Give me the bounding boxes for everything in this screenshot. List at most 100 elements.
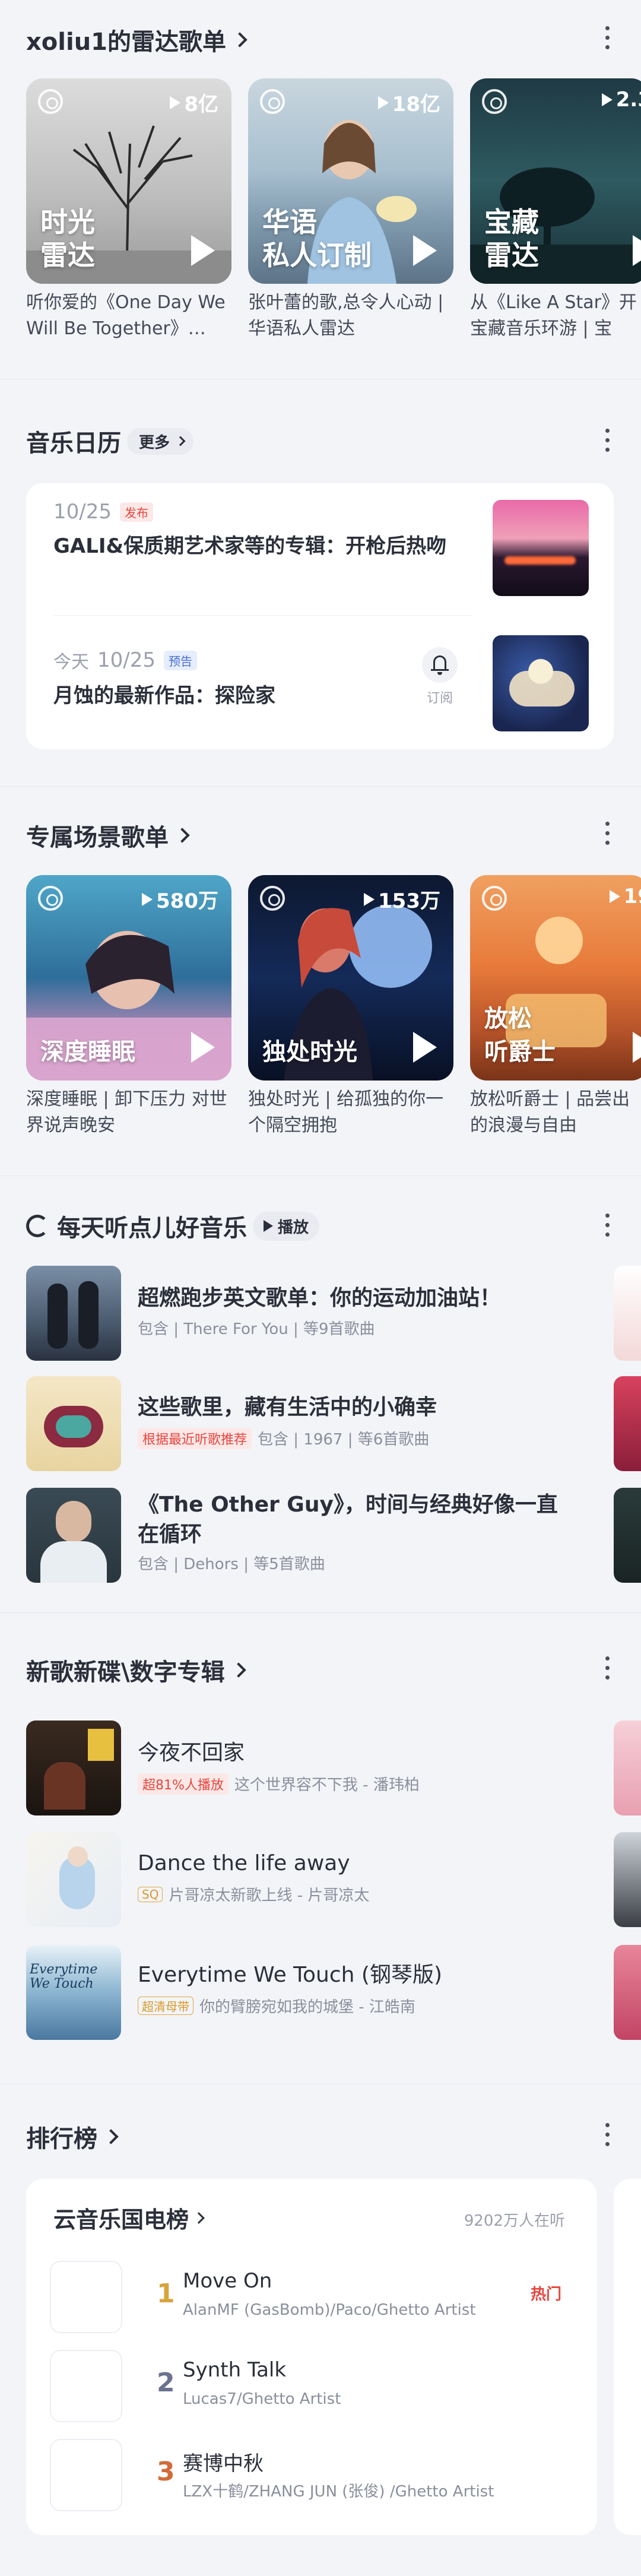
subscribe-button[interactable]: 订阅 xyxy=(413,647,467,706)
scene-title[interactable]: 专属场景歌单 xyxy=(26,818,190,853)
radar-card-1[interactable]: 8亿 时光 雷达 xyxy=(26,78,231,284)
more-options-icon[interactable] xyxy=(605,26,610,49)
next-chart-board-card xyxy=(614,2179,641,2535)
calendar-item-2[interactable]: 今天 10/25 预告 月蚀的最新作品：探险家 xyxy=(53,647,410,711)
chart-item-1[interactable]: 1 Move On AlanMF (GasBomb)/Paco/Ghetto A… xyxy=(26,2261,590,2333)
scene-card-3[interactable]: 19 放松 听爵士 xyxy=(470,875,641,1081)
calendar-cover-1[interactable] xyxy=(493,500,589,596)
daily-cover-3[interactable] xyxy=(26,1488,121,1583)
play-icon[interactable] xyxy=(191,1032,215,1063)
play-icon[interactable] xyxy=(413,235,437,266)
newsong-1-title[interactable]: 今夜不回家 xyxy=(138,1738,245,1768)
play-small-icon xyxy=(601,93,613,106)
song-name: 赛博中秋 xyxy=(183,2452,264,2476)
scene-card-3-desc: 放松听爵士 | 品尝出的浪漫与自由 xyxy=(470,1089,630,1136)
daily-next-cover-1 xyxy=(614,1266,641,1361)
rank-number: 3 xyxy=(157,2457,175,2487)
card-name: 独处时光 xyxy=(262,1038,357,1066)
cloud-music-logo-icon xyxy=(38,886,63,911)
song-artist: Lucas7/Ghetto Artist xyxy=(183,2390,341,2408)
daily-cover-1[interactable] xyxy=(26,1266,121,1361)
newsongs-title[interactable]: 新歌新碟\数字专辑 xyxy=(26,1653,246,1687)
newsong-1-sub: 超81%人播放 这个世界容不下我 - 潘玮柏 xyxy=(138,1773,420,1795)
newsong-3-title[interactable]: Everytime We Touch (钢琴版) xyxy=(138,1960,442,1990)
chart-item-3[interactable]: 3 赛博中秋 LZX十鹤/ZHANG JUN (张俊) /Ghetto Arti… xyxy=(26,2439,590,2511)
newsong-cover-3[interactable]: Everytime We Touch xyxy=(26,1945,121,2040)
play-rate-tag: 超81%人播放 xyxy=(138,1773,229,1795)
cloud-music-logo-icon xyxy=(260,89,285,114)
calendar-cover-2[interactable] xyxy=(493,635,589,731)
song-artist: AlanMF (GasBomb)/Paco/Ghetto Artist xyxy=(183,2301,476,2319)
chart-item-2[interactable]: 2 Synth Talk Lucas7/Ghetto Artist xyxy=(26,2350,590,2422)
radar-card-1-desc: 听你爱的《One Day We Will Be Together》… xyxy=(26,292,226,339)
radar-card-2-desc: 张叶蕾的歌,总令人心动 | 华语私人雷达 xyxy=(248,292,444,339)
daily-item-3-sub: 包含 | Dehors | 等5首歌曲 xyxy=(138,1555,325,1573)
hot-badge: 热门 xyxy=(531,2286,562,2303)
recommend-tag: 根据最近听歌推荐 xyxy=(138,1427,252,1449)
play-count: 2.3 xyxy=(601,88,641,112)
daily-play-button[interactable]: 播放 xyxy=(253,1211,320,1241)
play-small-icon xyxy=(142,892,153,906)
bell-icon xyxy=(422,647,458,683)
play-small-icon xyxy=(264,1220,273,1232)
chart-listeners: 9202万人在听 xyxy=(464,2212,565,2230)
newsong-cover-2[interactable] xyxy=(26,1832,121,1927)
calendar-divider xyxy=(53,615,472,616)
scene-card-2[interactable]: 153万 独处时光 xyxy=(248,875,453,1081)
daily-item-1-title[interactable]: 超燃跑步英文歌单：你的运动加油站！ xyxy=(138,1284,577,1313)
play-count: 19 xyxy=(609,885,641,908)
play-icon[interactable] xyxy=(413,1032,437,1063)
refresh-icon[interactable] xyxy=(26,1215,49,1237)
play-small-icon xyxy=(377,96,389,109)
chart-board-title[interactable]: 云音乐国电榜 xyxy=(53,2201,205,2234)
play-count: 153万 xyxy=(364,885,440,914)
cloud-music-logo-icon xyxy=(38,89,63,114)
daily-cover-2[interactable] xyxy=(26,1376,121,1471)
section-divider xyxy=(0,1612,641,1613)
charts-title[interactable]: 排行榜 xyxy=(26,2119,119,2154)
chevron-right-icon xyxy=(175,436,186,446)
play-small-icon xyxy=(170,96,181,109)
calendar-item-title: GALI&保质期艺术家等的专辑：开枪后热吻 xyxy=(53,534,447,558)
newsong-2-title[interactable]: Dance the life away xyxy=(138,1849,350,1878)
song-artist: LZX十鹤/ZHANG JUN (张俊) /Ghetto Artist xyxy=(183,2483,494,2501)
daily-item-2-sub: 根据最近听歌推荐 包含 | 1967 | 等6首歌曲 xyxy=(138,1427,429,1449)
newsong-2-sub: SQ 片哥凉太新歌上线 - 片哥凉太 xyxy=(138,1883,369,1905)
calendar-date: 10/25 xyxy=(97,648,156,672)
calendar-more-button[interactable]: 更多 xyxy=(127,427,194,455)
calendar-date: 10/25 xyxy=(53,500,112,524)
subscribe-label: 订阅 xyxy=(426,691,453,706)
master-tag: 超清母带 xyxy=(138,1997,193,2015)
more-options-icon[interactable] xyxy=(605,822,610,845)
more-options-icon[interactable] xyxy=(605,429,610,452)
more-options-icon[interactable] xyxy=(605,1656,610,1680)
newsong-3-sub: 超清母带 你的臂膀宛如我的城堡 - 江皓南 xyxy=(138,1995,415,2017)
chevron-right-icon xyxy=(232,32,247,47)
daily-title: 每天听点儿好音乐 播放 xyxy=(26,1209,320,1243)
calendar-title: 音乐日历 更多 xyxy=(26,424,194,458)
scene-card-1[interactable]: 580万 深度睡眠 xyxy=(26,875,231,1081)
calendar-today: 今天 xyxy=(53,652,89,673)
daily-item-2-title[interactable]: 这些歌里，藏有生活中的小确幸 xyxy=(138,1393,577,1422)
daily-item-3-title[interactable]: 《The Other Guy》，时间与经典好像一直在循环 xyxy=(138,1490,577,1550)
radar-card-2[interactable]: 18亿 华语 私人订制 xyxy=(248,78,453,284)
play-count: 18亿 xyxy=(377,88,440,117)
rank-number: 2 xyxy=(157,2368,175,2398)
radar-title[interactable]: xoliu1的雷达歌单 xyxy=(26,23,247,57)
scene-card-2-desc: 独处时光 | 给孤独的你一个隔空拥抱 xyxy=(248,1089,444,1136)
calendar-item-1[interactable]: 10/25 发布 GALI&保质期艺术家等的专辑：开枪后热吻 xyxy=(53,500,469,562)
preview-tag: 预告 xyxy=(163,650,197,670)
radar-title-label: xoliu1的雷达歌单 xyxy=(26,28,227,56)
play-icon[interactable] xyxy=(633,235,641,266)
chart-item-cover xyxy=(50,2439,122,2511)
radar-card-3[interactable]: 2.3 宝藏 雷达 xyxy=(470,78,641,284)
more-options-icon[interactable] xyxy=(605,1213,610,1237)
chart-item-cover xyxy=(50,2350,122,2422)
play-icon[interactable] xyxy=(191,235,215,266)
newsong-cover-1[interactable] xyxy=(26,1720,121,1815)
daily-next-cover-3 xyxy=(614,1488,641,1583)
newsong-next-cover-3 xyxy=(614,1945,641,2040)
play-icon[interactable] xyxy=(633,1032,641,1063)
chevron-right-icon xyxy=(103,2129,119,2144)
more-options-icon[interactable] xyxy=(605,2123,610,2146)
